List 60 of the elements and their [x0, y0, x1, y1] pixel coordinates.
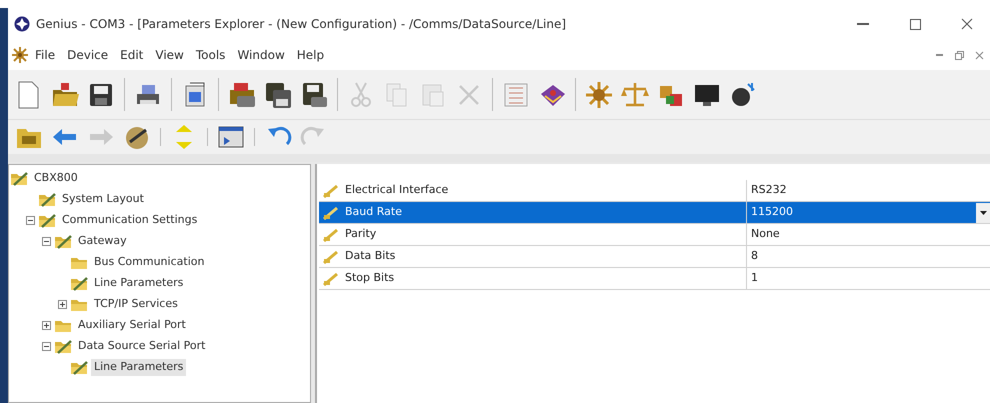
caret-icon: [980, 210, 986, 214]
property-value[interactable]: 115200: [751, 204, 793, 221]
tree-item[interactable]: Data Source Serial Port: [75, 338, 208, 355]
pencil-folder-icon: [70, 360, 88, 374]
property-name: Electrical Interface: [345, 182, 448, 198]
folder-icon: [70, 298, 88, 312]
property-name: Data Bits: [345, 248, 396, 264]
folder-icon: [54, 318, 72, 332]
restore-icon: [954, 50, 964, 60]
property-value: 8: [751, 248, 758, 264]
collapse-icon[interactable]: [42, 342, 51, 351]
menu-item[interactable]: Tools: [190, 44, 230, 66]
close-icon: [960, 18, 974, 30]
pencil-folder-icon: [70, 276, 88, 290]
pencil-icon: [323, 250, 339, 264]
pencil-folder-icon: [54, 340, 72, 354]
property-value: None: [751, 226, 780, 242]
menu-item[interactable]: File: [30, 44, 60, 66]
menu-item[interactable]: Edit: [115, 44, 148, 66]
gear-icon[interactable]: [12, 47, 28, 63]
menu-item[interactable]: Window: [232, 44, 290, 66]
pencil-icon: [323, 184, 339, 198]
expand-icon[interactable]: [58, 300, 67, 309]
maximize-icon: [908, 18, 922, 30]
pencil-icon: [323, 228, 339, 242]
collapse-icon[interactable]: [42, 237, 51, 246]
folder-icon: [70, 256, 88, 270]
tree-item[interactable]: Bus Communication: [91, 254, 208, 271]
tree-item[interactable]: CBX800: [31, 170, 81, 187]
close-icon: [974, 50, 984, 60]
property-value: 1: [751, 270, 758, 286]
collapse-icon[interactable]: [26, 216, 35, 225]
property-name: Parity: [345, 226, 376, 242]
minimize-icon: [936, 54, 942, 56]
menu-item[interactable]: Device: [62, 44, 114, 66]
pencil-folder-icon: [38, 192, 56, 206]
property-value: RS232: [751, 182, 787, 198]
pencil-folder-icon: [38, 214, 56, 228]
gear-icon[interactable]: [584, 80, 614, 110]
restore-button[interactable]: [952, 48, 966, 62]
property-name: Stop Bits: [345, 270, 394, 286]
property-name: Baud Rate: [345, 204, 402, 220]
app-logo-icon: [14, 16, 30, 32]
tree-item[interactable]: Gateway: [75, 233, 130, 250]
pencil-icon: [323, 272, 339, 286]
minimize-icon: [857, 23, 869, 25]
expand-icon[interactable]: [42, 321, 51, 330]
pencil-icon: [323, 206, 339, 220]
window-title: Genius - COM3 - [Parameters Explorer - (New Configuration) - /Comms/DataSource/Line]: [36, 16, 566, 33]
pencil-folder-icon: [10, 172, 28, 186]
tree-item[interactable]: Auxiliary Serial Port: [75, 317, 189, 334]
tree-item[interactable]: Line Parameters: [91, 359, 186, 376]
pencil-folder-icon: [54, 234, 72, 248]
tree-item[interactable]: TCP/IP Services: [91, 296, 181, 313]
menu-item[interactable]: View: [150, 44, 189, 66]
dropdown-button[interactable]: [976, 202, 990, 222]
tree-item[interactable]: Line Parameters: [91, 275, 186, 292]
tree-item[interactable]: Communication Settings: [59, 212, 200, 229]
menu-item[interactable]: Help: [292, 44, 330, 66]
tree-item[interactable]: System Layout: [59, 191, 147, 208]
